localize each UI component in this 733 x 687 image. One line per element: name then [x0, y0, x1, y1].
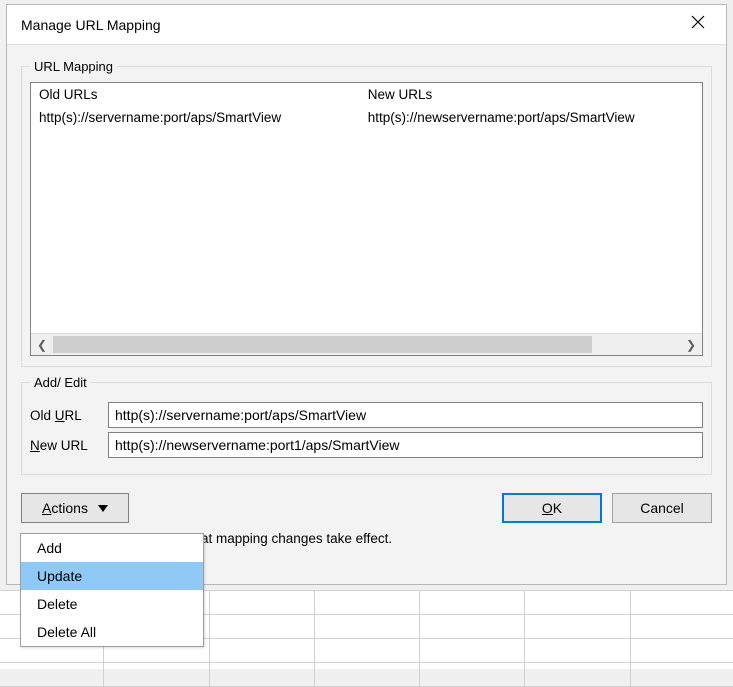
- column-header-old-urls[interactable]: Old URLs: [31, 83, 360, 106]
- ok-button[interactable]: OK: [502, 493, 602, 523]
- scroll-track[interactable]: [53, 334, 680, 355]
- new-url-input[interactable]: [108, 432, 703, 458]
- close-button[interactable]: [670, 5, 726, 44]
- group-add-edit-legend: Add/ Edit: [30, 375, 91, 390]
- cell-old-url: http(s)://servername:port/aps/SmartView: [31, 106, 360, 129]
- group-add-edit: Add/ Edit Old URL New URL: [21, 375, 712, 475]
- old-url-input[interactable]: [108, 402, 703, 428]
- close-icon: [691, 15, 705, 34]
- dialog-body: URL Mapping Old URLs New URLs: [7, 45, 726, 584]
- scroll-left-button[interactable]: ❮: [31, 334, 53, 355]
- url-mapping-table[interactable]: Old URLs New URLs http(s)://servername:p…: [30, 82, 703, 356]
- dialog-title: Manage URL Mapping: [21, 17, 670, 33]
- cell-new-url: http(s)://newservername:port/aps/SmartVi…: [360, 106, 702, 129]
- actions-menu-add[interactable]: Add: [21, 534, 203, 562]
- caret-down-icon: [98, 505, 108, 512]
- chevron-right-icon: ❯: [686, 338, 696, 352]
- cancel-button[interactable]: Cancel: [612, 493, 712, 523]
- horizontal-scrollbar[interactable]: ❮ ❯: [31, 333, 702, 355]
- dialog-manage-url-mapping: Manage URL Mapping URL Mapping Old URLs …: [6, 4, 727, 585]
- label-old-url: Old URL: [30, 408, 102, 423]
- chevron-left-icon: ❮: [37, 338, 47, 352]
- scroll-thumb[interactable]: [53, 336, 592, 353]
- actions-menu[interactable]: Add Update Delete Delete All: [20, 533, 204, 647]
- actions-menu-delete-all[interactable]: Delete All: [21, 618, 203, 646]
- label-new-url: New URL: [30, 438, 102, 453]
- group-url-mapping-legend: URL Mapping: [30, 59, 117, 74]
- dialog-button-row: Actions OK Cancel: [21, 493, 712, 523]
- actions-menu-delete[interactable]: Delete: [21, 590, 203, 618]
- group-url-mapping: URL Mapping Old URLs New URLs: [21, 59, 712, 367]
- table-row[interactable]: http(s)://servername:port/aps/SmartView …: [31, 106, 702, 129]
- actions-menu-update[interactable]: Update: [21, 562, 203, 590]
- dialog-titlebar: Manage URL Mapping: [7, 5, 726, 45]
- actions-dropdown-button[interactable]: Actions: [21, 493, 129, 523]
- column-header-new-urls[interactable]: New URLs: [360, 83, 702, 106]
- scroll-right-button[interactable]: ❯: [680, 334, 702, 355]
